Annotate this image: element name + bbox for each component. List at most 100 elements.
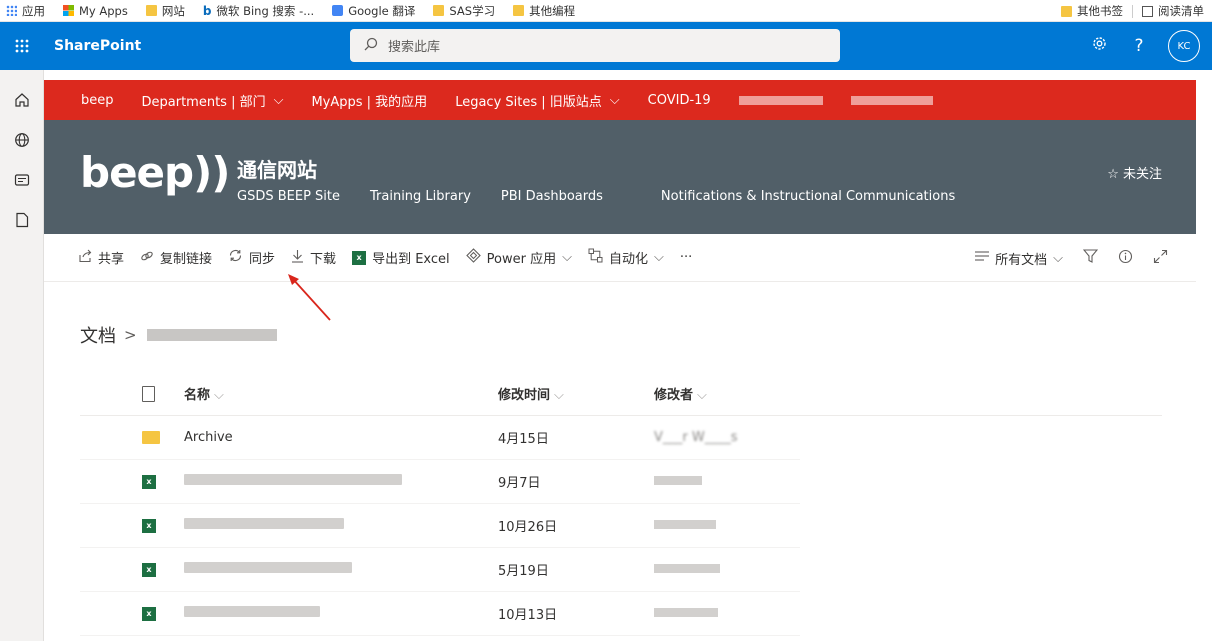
search-box[interactable]: 搜索此库 — [350, 29, 840, 62]
share-icon — [78, 249, 92, 267]
hub-navigation: beep Departments | 部门 ⌵ MyApps | 我的应用 Leg… — [44, 80, 1196, 120]
site-nav-gsds[interactable]: GSDS BEEP Site — [237, 189, 340, 204]
table-row[interactable]: x 10月13日 — [80, 592, 800, 636]
hub-item-redacted-1[interactable] — [738, 95, 823, 105]
table-row[interactable]: x 10月26日 — [80, 504, 800, 548]
modified-date: 5月19日 — [498, 564, 549, 579]
microsoft-logo-icon — [63, 5, 74, 16]
table-row[interactable]: x 5月19日 — [80, 548, 800, 592]
suite-actions: ? KC — [1074, 22, 1200, 70]
breadcrumb-current-redacted — [146, 329, 277, 341]
power-apps-icon — [465, 248, 481, 267]
site-logo[interactable]: beep)) — [80, 148, 230, 197]
file-name-redacted[interactable] — [184, 518, 498, 533]
help-icon[interactable]: ? — [1124, 36, 1154, 56]
chevron-down-icon: ⌵ — [653, 250, 664, 265]
follow-button[interactable]: ☆ 未关注 — [1107, 163, 1162, 182]
column-header-modified-by[interactable]: 修改者 ⌵ — [654, 384, 800, 403]
copy-link-button[interactable]: 复制链接 — [140, 248, 212, 267]
home-icon[interactable] — [0, 80, 44, 120]
link-icon — [140, 249, 154, 267]
hub-item-redacted-2[interactable] — [850, 95, 933, 105]
chevron-down-icon: ⌵ — [273, 92, 284, 108]
more-button[interactable]: ··· — [680, 250, 692, 265]
folder-icon — [513, 5, 525, 16]
bookmarks-right: 其他书签 阅读清单 — [1061, 0, 1204, 22]
search-icon — [364, 37, 378, 55]
site-title[interactable]: 通信网站 — [237, 154, 317, 183]
column-header-modified[interactable]: 修改时间 ⌵ — [498, 384, 654, 403]
excel-file-icon: x — [142, 562, 156, 577]
table-row[interactable]: x 9月7日 — [80, 460, 800, 504]
bing-icon: b — [202, 3, 212, 18]
view-switcher[interactable]: 所有文档 ⌵ — [975, 249, 1063, 268]
sync-icon — [228, 248, 243, 267]
download-button[interactable]: 下载 — [291, 248, 336, 267]
more-icon: ··· — [679, 250, 693, 265]
expand-button[interactable] — [1153, 249, 1168, 268]
info-button[interactable] — [1118, 249, 1133, 268]
file-name-redacted[interactable] — [184, 474, 498, 489]
site-nav-training[interactable]: Training Library — [370, 189, 471, 204]
hub-item-legacy-sites[interactable]: Legacy Sites | 旧版站点 ⌵ — [455, 91, 619, 110]
file-name[interactable]: Archive — [184, 430, 498, 445]
bookmarks-bar: 应用 My Apps 网站 b 微软 Bing 搜索 -... Google 翻… — [0, 0, 1212, 22]
file-name-redacted[interactable] — [184, 606, 498, 621]
sharepoint-brand[interactable]: SharePoint — [54, 38, 141, 54]
bookmark-folder-website[interactable]: 网站 — [145, 3, 185, 19]
globe-icon[interactable] — [0, 120, 44, 160]
document-list: 名称 ⌵ 修改时间 ⌵ 修改者 ⌵ Archive 4月15日 V___r W____… — [80, 372, 1162, 636]
automate-button[interactable]: 自动化 ⌵ — [588, 248, 664, 267]
hub-item-beep[interactable]: beep — [81, 93, 114, 108]
file-name-redacted[interactable] — [184, 562, 498, 577]
export-excel-button[interactable]: x 导出到 Excel — [352, 248, 450, 267]
modified-by-redacted — [654, 562, 800, 577]
left-app-bar — [0, 70, 44, 641]
star-icon: ☆ — [1107, 167, 1119, 182]
view-list-icon — [975, 250, 990, 266]
share-button[interactable]: 共享 — [78, 248, 124, 267]
info-icon — [1118, 249, 1133, 268]
hub-item-myapps[interactable]: MyApps | 我的应用 — [311, 91, 427, 110]
app-launcher-icon[interactable] — [0, 22, 44, 70]
bookmark-bing[interactable]: b 微软 Bing 搜索 -... — [203, 3, 314, 19]
flow-icon — [588, 248, 603, 267]
file-type-icon — [142, 385, 155, 402]
breadcrumb: 文档 > — [80, 322, 277, 348]
annotation-arrow — [288, 274, 331, 321]
bookmark-google-translate[interactable]: Google 翻译 — [332, 3, 415, 19]
bookmark-folder-programming[interactable]: 其他编程 — [513, 3, 575, 19]
file-type-header[interactable] — [80, 385, 184, 402]
chevron-down-icon: ⌵ — [562, 250, 572, 265]
hub-item-covid[interactable]: COVID-19 — [648, 93, 711, 108]
command-bar-right: 所有文档 ⌵ — [955, 234, 1168, 282]
power-apps-button[interactable]: Power 应用 ⌵ — [465, 248, 572, 267]
folder-icon — [145, 5, 157, 16]
hub-item-departments[interactable]: Departments | 部门 ⌵ — [142, 91, 284, 110]
bookmark-my-apps[interactable]: My Apps — [63, 4, 128, 18]
settings-gear-icon[interactable] — [1084, 35, 1114, 57]
avatar[interactable]: KC — [1168, 30, 1200, 62]
modified-date: 4月15日 — [498, 432, 549, 447]
bookmark-folder-sas[interactable]: SAS学习 — [433, 3, 495, 19]
modified-date: 10月26日 — [498, 520, 558, 535]
reading-list[interactable]: 阅读清单 — [1142, 3, 1204, 19]
filter-button[interactable] — [1082, 249, 1099, 267]
column-header-name[interactable]: 名称 ⌵ — [184, 384, 498, 403]
folder-icon — [142, 431, 160, 444]
breadcrumb-root[interactable]: 文档 — [80, 322, 116, 348]
site-nav-pbi[interactable]: PBI Dashboards — [501, 189, 603, 204]
chevron-down-icon: ⌵ — [214, 388, 224, 403]
table-row[interactable]: Archive 4月15日 V___r W____s — [80, 416, 800, 460]
bookmark-other[interactable]: 其他书签 — [1061, 3, 1123, 19]
chevron-down-icon: ⌵ — [1053, 250, 1063, 266]
news-icon[interactable] — [0, 160, 44, 200]
site-header: beep)) 通信网站 GSDS BEEP Site Training Libr… — [44, 120, 1196, 234]
bookmark-apps[interactable]: 应用 — [6, 3, 45, 19]
excel-icon: x — [352, 250, 367, 265]
sync-button[interactable]: 同步 — [228, 248, 275, 267]
search-placeholder: 搜索此库 — [388, 40, 441, 55]
command-bar: 共享 复制链接 同步 下载 x 导出到 Excel Power 应用 ⌵ 自动化… — [44, 234, 1196, 282]
site-nav-notifications[interactable]: Notifications & Instructional Communicat… — [661, 189, 955, 204]
document-icon[interactable] — [0, 200, 44, 240]
